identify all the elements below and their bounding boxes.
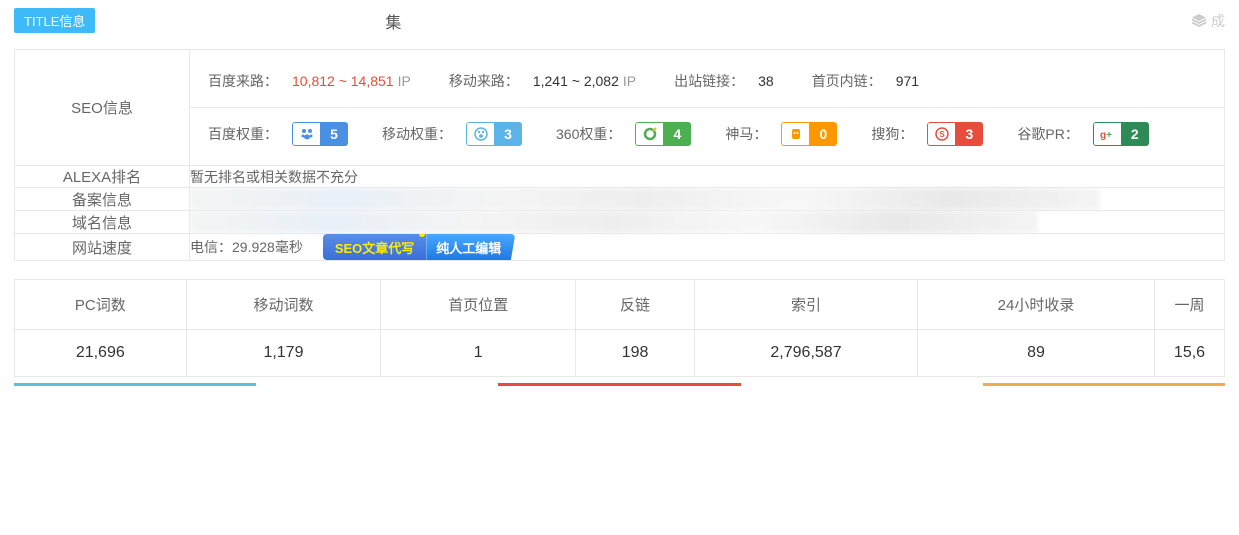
promo-badge[interactable]: SEO文章代写 纯人工编辑 [323,234,515,260]
shenma-weight-label: 神马 [725,124,767,144]
title-badge: TITLE信息 [14,8,95,33]
seo-traffic-row: 百度来路 10,812 ~ 14,851IP 移动来路 1,241 ~ 2,08… [190,55,1224,108]
stats-value[interactable]: 2,796,587 [695,330,918,377]
baidu-weight-badge[interactable]: 5 [292,122,348,146]
inlinks-value[interactable]: 971 [896,73,919,89]
stats-value[interactable]: 15,6 [1155,330,1225,377]
outlinks-value[interactable]: 38 [758,73,774,89]
seo-weights-row: 百度权重 5 移动权重 3 360权重 4 神马 [190,108,1224,160]
stats-header[interactable]: 首页位置 [381,280,576,330]
mobile-weight-label: 移动权重 [382,124,452,144]
stats-value[interactable]: 89 [918,330,1155,377]
google-pr-badge[interactable]: g+ 2 [1093,122,1149,146]
speed-label: 网站速度 [15,234,190,261]
mobile-baidu-icon [466,122,494,146]
domain-label: 域名信息 [15,211,190,234]
stats-header[interactable]: 移动词数 [186,280,381,330]
mobile-weight-badge[interactable]: 3 [466,122,522,146]
stats-header[interactable]: 24小时收录 [918,280,1155,330]
info-table: SEO信息 百度来路 10,812 ~ 14,851IP 移动来路 1,241 … [14,49,1225,261]
baidu-weight-label: 百度权重 [208,124,278,144]
stats-table: PC词数 移动词数 首页位置 反链 索引 24小时收录 一周 21,696 1,… [14,279,1225,377]
inlinks-label: 首页内链 [812,71,882,91]
360-weight-badge[interactable]: 4 [635,122,691,146]
google-pr-label: 谷歌PR [1017,124,1078,144]
page-title-suffix: 集 [385,9,401,33]
beian-label: 备案信息 [15,188,190,211]
alexa-value: 暂无排名或相关数据不充分 [190,166,1225,188]
baidu-traffic-value[interactable]: 10,812 ~ 14,851IP [292,73,411,89]
stats-value[interactable]: 1,179 [186,330,381,377]
stats-header[interactable]: 一周 [1155,280,1225,330]
mobile-traffic-label: 移动来路 [449,71,519,91]
sogou-weight-label: 搜狗 [871,124,913,144]
svg-text:g+: g+ [1100,130,1112,141]
stats-value[interactable]: 21,696 [15,330,187,377]
stats-header[interactable]: PC词数 [15,280,187,330]
stats-header-row: PC词数 移动词数 首页位置 反链 索引 24小时收录 一周 [15,280,1225,330]
stats-header[interactable]: 反链 [576,280,695,330]
bottom-accent-bars [14,383,1225,386]
speed-row: 电信：29.928毫秒 SEO文章代写 纯人工编辑 [190,234,1224,260]
stats-value[interactable]: 198 [576,330,695,377]
outlinks-label: 出站链接 [674,71,744,91]
beian-value [190,188,1225,211]
mobile-traffic-value[interactable]: 1,241 ~ 2,082IP [533,73,636,89]
sogou-icon: S [927,122,955,146]
seo-label: SEO信息 [15,50,190,166]
header-right-text: 成 [1211,11,1225,31]
baidu-traffic-label: 百度来路 [208,71,278,91]
promo-right-text: 纯人工编辑 [426,234,515,260]
shenma-weight-badge[interactable]: 0 [781,122,837,146]
360-icon [635,122,663,146]
header-right[interactable]: 成 [1191,11,1225,31]
layers-icon [1191,13,1207,29]
sogou-weight-badge[interactable]: S 3 [927,122,983,146]
page-header: TITLE信息 集 成 [0,0,1239,41]
domain-value [190,211,1225,234]
alexa-label: ALEXA排名 [15,166,190,188]
stats-value[interactable]: 1 [381,330,576,377]
stats-header[interactable]: 索引 [695,280,918,330]
baidu-paw-icon [292,122,320,146]
svg-text:S: S [939,130,945,139]
promo-left-text: SEO文章代写 [323,234,426,260]
google-icon: g+ [1093,122,1121,146]
stats-value-row: 21,696 1,179 1 198 2,796,587 89 15,6 [15,330,1225,377]
360-weight-label: 360权重 [556,124,621,144]
speed-text: 电信：29.928毫秒 [190,237,303,257]
shenma-icon [781,122,809,146]
